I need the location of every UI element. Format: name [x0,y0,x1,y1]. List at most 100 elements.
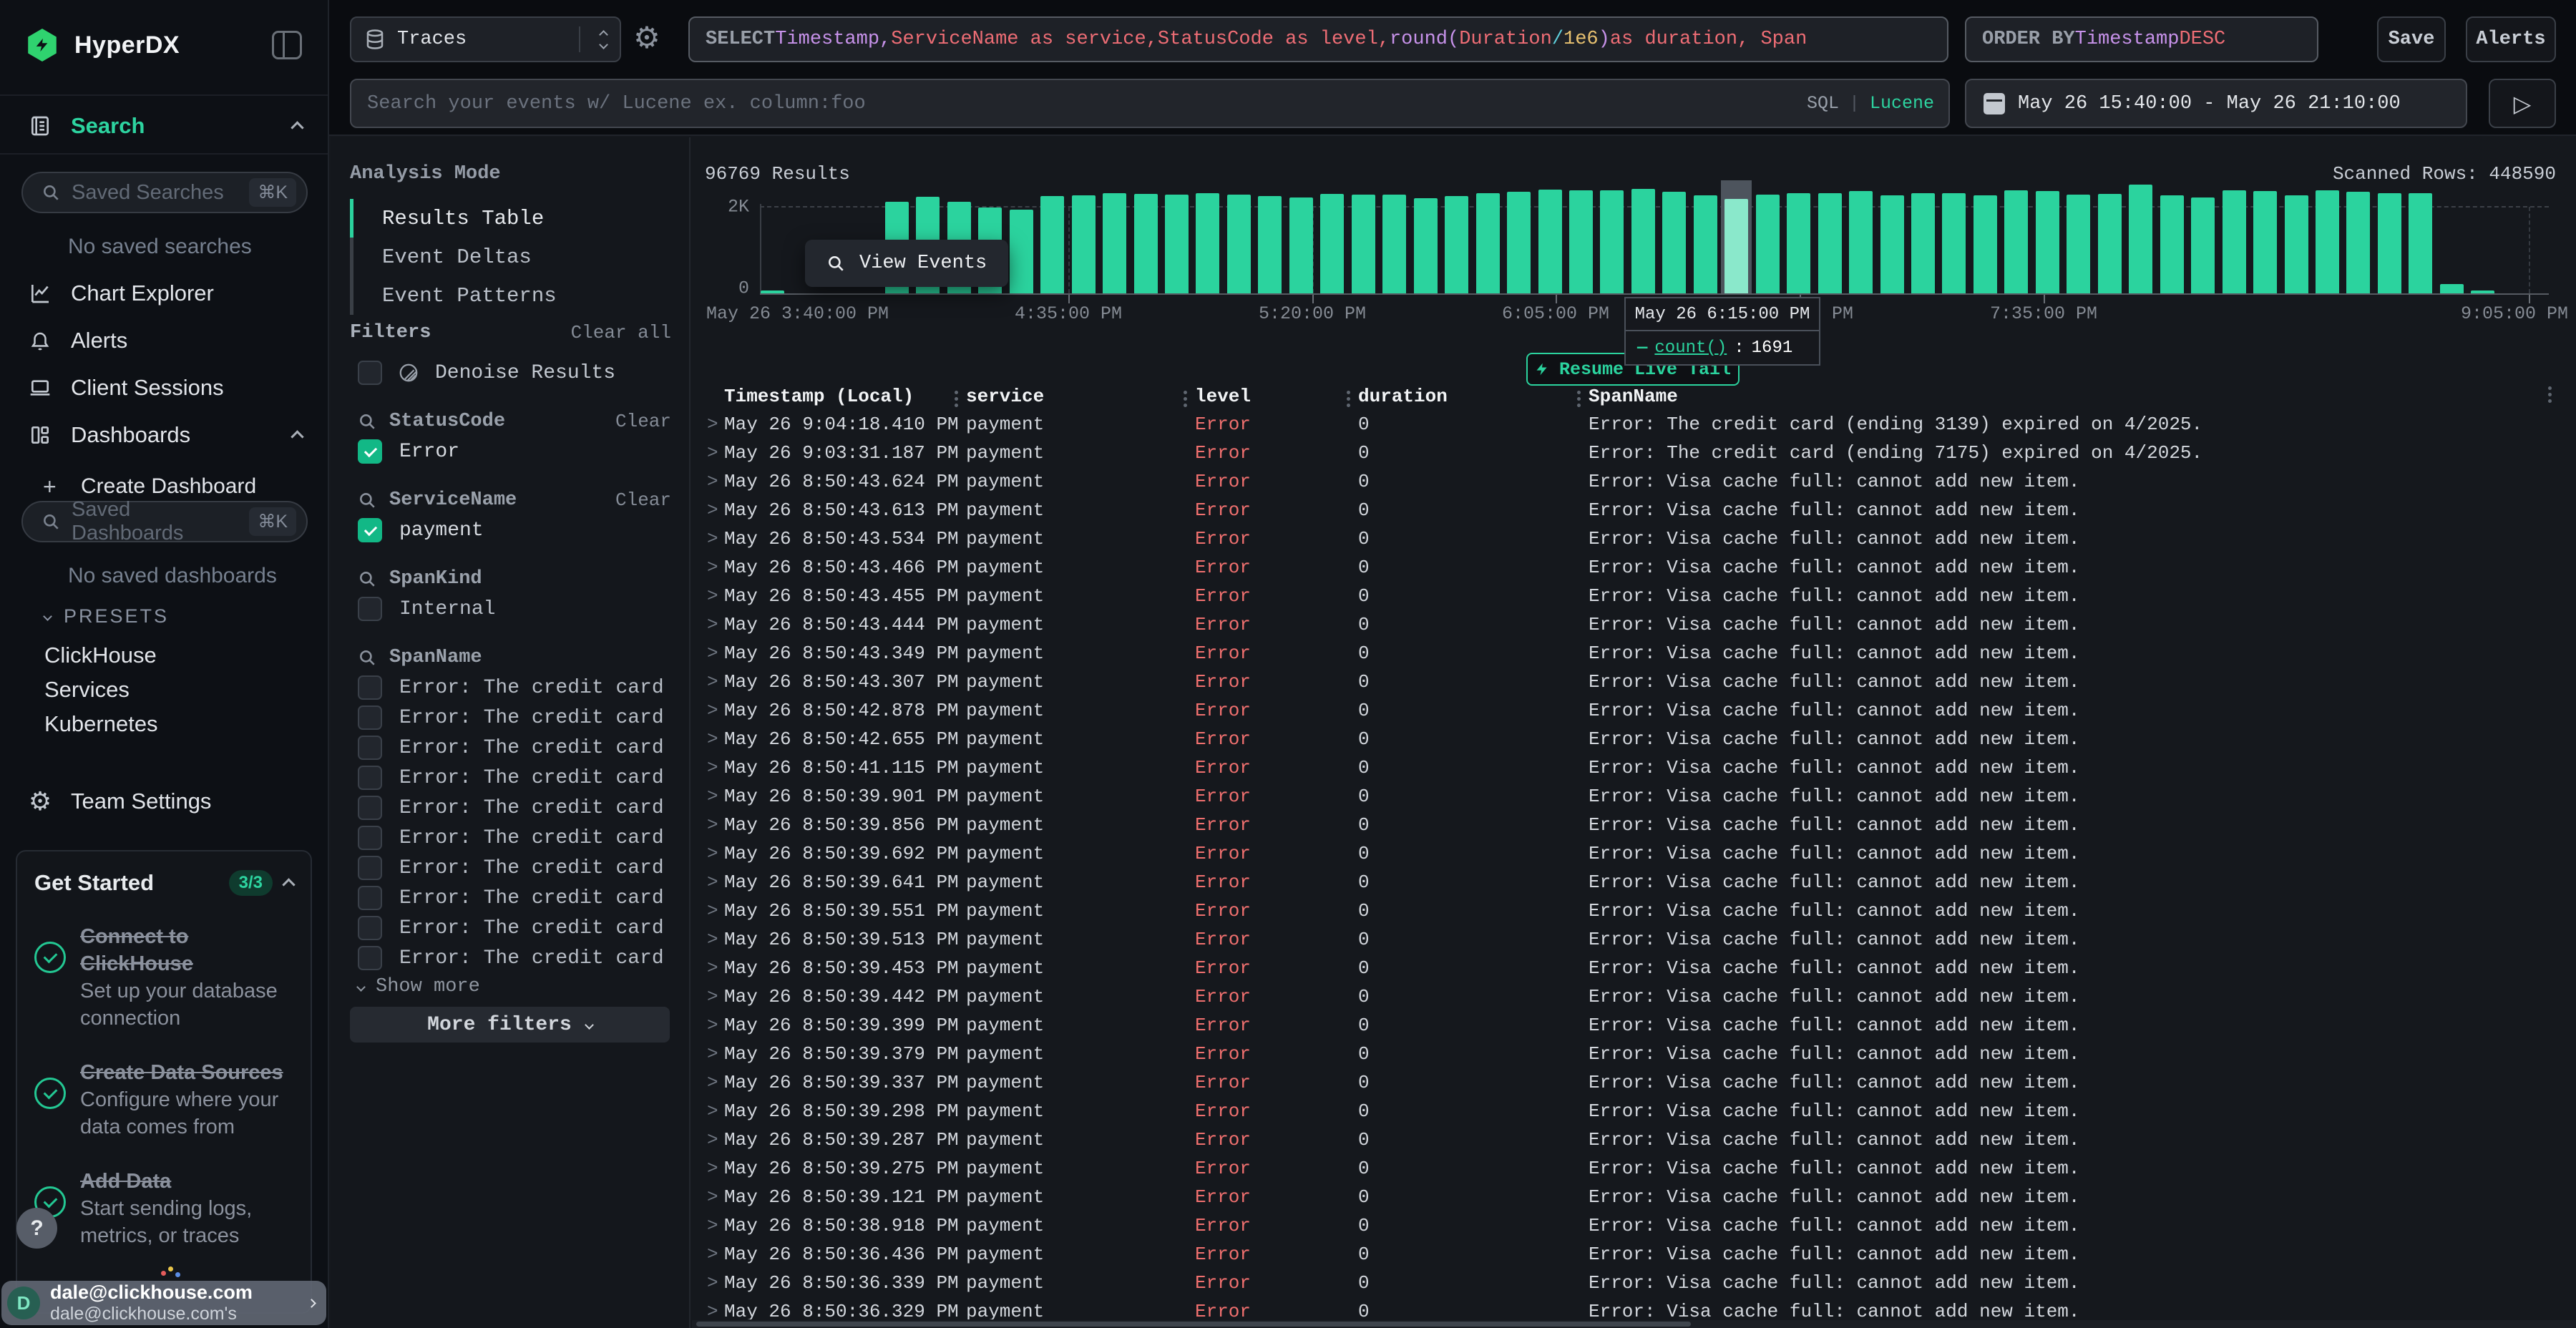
chart-bar[interactable] [1134,194,1158,293]
sidebar-item-chart-explorer[interactable]: Chart Explorer [0,273,328,313]
filter-option[interactable]: Error: The credit card … [331,763,689,793]
chart-bar[interactable] [1414,198,1438,293]
row-expand-chevron[interactable]: > [703,585,724,607]
table-row[interactable]: >May 26 8:50:39.901 PMpaymentError0Error… [703,782,2576,811]
alerts-button[interactable]: Alerts [2466,16,2556,62]
checkbox-unchecked[interactable] [358,736,382,760]
chart-bar[interactable] [2160,195,2184,293]
chart-bar[interactable] [2098,194,2122,293]
chart-bar[interactable] [2004,190,2028,293]
chart-bar[interactable] [1072,195,1096,293]
checkbox-unchecked[interactable] [358,597,382,621]
source-settings-gear-icon[interactable]: ⚙ [631,14,663,60]
chart-bar[interactable] [1724,199,1748,293]
chart-bar[interactable] [1756,195,1780,293]
chevron-up-icon[interactable] [284,872,293,894]
table-row[interactable]: >May 26 8:50:39.399 PMpaymentError0Error… [703,1011,2576,1040]
chart-bar[interactable] [1507,192,1531,293]
chart-bar[interactable] [2253,191,2277,293]
chart-bar[interactable] [1600,190,1624,293]
filter-option[interactable]: Error: The credit card … [331,703,689,733]
sidebar-item-team-settings[interactable]: ⚙ Team Settings [0,781,328,821]
row-expand-chevron[interactable]: > [703,957,724,979]
checkbox-checked[interactable] [358,439,382,464]
sidebar-item-search[interactable]: Search [0,106,328,146]
source-select[interactable]: Traces [350,16,621,62]
table-row[interactable]: >May 26 8:50:42.655 PMpaymentError0Error… [703,725,2576,753]
checkbox-unchecked[interactable] [358,826,382,850]
run-query-button[interactable]: ▷ [2489,79,2556,128]
row-expand-chevron[interactable]: > [703,1215,724,1236]
row-expand-chevron[interactable]: > [703,786,724,807]
checkbox-unchecked[interactable] [358,766,382,790]
checkbox-unchecked[interactable] [358,796,382,820]
chart-bar[interactable] [761,290,784,293]
row-expand-chevron[interactable]: > [703,900,724,922]
table-row[interactable]: >May 26 8:50:43.455 PMpaymentError0Error… [703,582,2576,610]
filter-option[interactable]: Error: The credit card … [331,853,689,883]
date-range-picker[interactable]: May 26 15:40:00 - May 26 21:10:00 [1965,79,2467,128]
checkbox-unchecked[interactable] [358,916,382,940]
table-row[interactable]: >May 26 8:50:39.641 PMpaymentError0Error… [703,868,2576,897]
chart-bar[interactable] [2316,190,2339,293]
column-header-service[interactable]: service [966,386,1195,407]
filter-clear-button[interactable]: Clear [615,411,671,432]
table-row[interactable]: >May 26 8:50:39.298 PMpaymentError0Error… [703,1097,2576,1126]
row-expand-chevron[interactable]: > [703,1158,724,1179]
row-expand-chevron[interactable]: > [703,614,724,635]
row-expand-chevron[interactable]: > [703,1244,724,1265]
chart-bar[interactable] [1631,189,1655,293]
chart-bar[interactable] [1476,193,1500,293]
chart-bar[interactable] [2067,195,2090,293]
row-expand-chevron[interactable]: > [703,671,724,693]
scrollbar-thumb[interactable] [696,1322,1691,1327]
row-expand-chevron[interactable]: > [703,528,724,550]
get-started-item[interactable]: Create Data SourcesConfigure where your … [34,1059,293,1141]
table-row[interactable]: >May 26 8:50:39.856 PMpaymentError0Error… [703,811,2576,839]
row-expand-chevron[interactable]: > [703,471,724,492]
chart-bar[interactable] [1787,193,1810,293]
table-row[interactable]: >May 26 8:50:39.275 PMpaymentError0Error… [703,1154,2576,1183]
table-row[interactable]: >May 26 8:50:43.624 PMpaymentError0Error… [703,467,2576,496]
row-expand-chevron[interactable]: > [703,643,724,664]
preset-item-kubernetes[interactable]: Kubernetes [44,711,158,737]
chart-bar[interactable] [1569,190,1593,293]
row-expand-chevron[interactable]: > [703,1015,724,1036]
checkbox-unchecked[interactable] [358,675,382,700]
chart-bar[interactable] [1010,210,1033,293]
chart-bar[interactable] [2191,197,2215,293]
chart-bar[interactable] [1974,195,1997,293]
chart-bar[interactable] [1320,194,1344,293]
help-button[interactable]: ? [16,1208,57,1249]
filter-option[interactable]: Internal [331,594,689,624]
preset-item-services[interactable]: Services [44,677,130,703]
row-expand-chevron[interactable]: > [703,986,724,1007]
table-row[interactable]: >May 26 8:50:39.551 PMpaymentError0Error… [703,897,2576,925]
filter-clear-button[interactable]: Clear [615,489,671,511]
language-toggle-sql[interactable]: SQL [1807,93,1839,114]
row-expand-chevron[interactable]: > [703,1072,724,1093]
checkbox-unchecked[interactable] [358,706,382,730]
column-header-level[interactable]: level [1195,386,1358,407]
profile-menu[interactable]: D dale@clickhouse.com dale@clickhouse.co… [1,1281,326,1325]
chart-bar[interactable] [2129,185,2152,293]
chart-bar[interactable] [1289,197,1313,293]
chart-bar[interactable] [1352,195,1375,293]
chart-bar[interactable] [1538,190,1562,293]
table-row[interactable]: >May 26 8:50:43.466 PMpaymentError0Error… [703,553,2576,582]
table-row[interactable]: >May 26 8:50:39.379 PMpaymentError0Error… [703,1040,2576,1068]
row-expand-chevron[interactable]: > [703,929,724,950]
analysis-mode-option[interactable]: Event Deltas [350,238,670,276]
get-started-item[interactable]: Add DataStart sending logs, metrics, or … [34,1168,293,1249]
filter-option[interactable]: Error: The credit card … [331,823,689,853]
table-row[interactable]: >May 26 8:50:42.878 PMpaymentError0Error… [703,696,2576,725]
show-more-button[interactable]: Show more [331,973,689,1000]
chart-bar[interactable] [2036,191,2059,293]
row-expand-chevron[interactable]: > [703,872,724,893]
table-row[interactable]: >May 26 8:50:39.692 PMpaymentError0Error… [703,839,2576,868]
table-row[interactable]: >May 26 8:50:38.918 PMpaymentError0Error… [703,1211,2576,1240]
table-row[interactable]: >May 26 8:50:43.307 PMpaymentError0Error… [703,668,2576,696]
table-row[interactable]: >May 26 8:50:43.534 PMpaymentError0Error… [703,524,2576,553]
row-expand-chevron[interactable]: > [703,1301,724,1319]
chart-bar[interactable] [1103,193,1126,293]
